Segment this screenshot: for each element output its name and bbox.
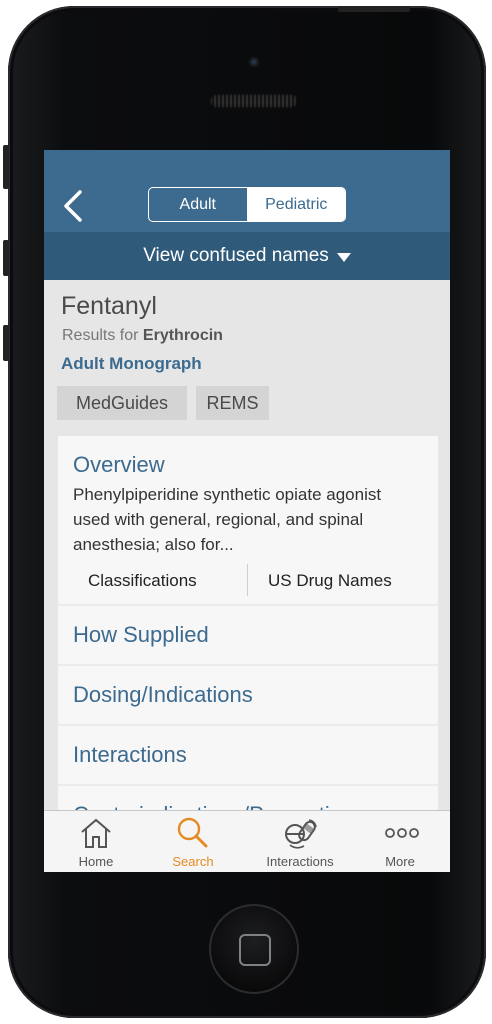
nav-bar: Adult Pediatric [44,150,450,232]
section-dosing-indications[interactable]: Dosing/Indications [58,664,438,726]
tab-label: More [385,854,415,869]
drug-title: Fentanyl [61,292,157,320]
section-label: Dosing/Indications [73,682,253,707]
segment-adult[interactable]: Adult [149,188,248,221]
rems-tag[interactable]: REMS [196,386,269,420]
tab-label: Home [78,854,114,869]
volume-down-button [3,325,9,361]
power-button [338,6,410,12]
medguides-tag[interactable]: MedGuides [57,386,187,420]
volume-up-button [3,240,9,276]
overview-summary: Phenylpiperidine synthetic opiate agonis… [73,485,382,554]
section-interactions[interactable]: Interactions [58,724,438,786]
section-label: Interactions [73,742,187,767]
home-icon [81,818,111,848]
results-for-text: Results for Erythrocin [62,327,223,345]
age-segmented-control: Adult Pediatric [148,187,346,222]
us-drug-names-link[interactable]: US Drug Names [268,571,392,591]
tab-label: Search [172,854,214,869]
front-camera [248,56,260,68]
tab-search[interactable]: Search [143,811,243,872]
home-button-icon [239,934,271,966]
caret-down-icon [336,252,351,262]
section-how-supplied[interactable]: How Supplied [58,604,438,666]
app-screen: Adult Pediatric View confused names Fent… [44,150,450,872]
monograph-card: Overview Phenylpiperidine synthetic opia… [58,436,438,872]
segment-pediatric[interactable]: Pediatric [247,188,345,221]
tab-bar: Home Search Interactions More [44,810,450,872]
back-chevron-icon [64,190,82,222]
mute-switch [3,145,9,189]
tab-label: Interactions [266,854,334,869]
view-confused-names-label: View confused names [143,245,329,266]
classifications-link[interactable]: Classifications [88,571,197,591]
overview-links: Classifications US Drug Names [58,564,438,600]
earpiece-speaker [210,94,298,108]
results-prefix: Results for [62,327,139,344]
tab-home[interactable]: Home [46,811,146,872]
tab-interactions[interactable]: Interactions [250,811,350,872]
results-term: Erythrocin [142,327,223,344]
tab-more[interactable]: More [350,811,450,872]
pills-interaction-icon [285,819,317,849]
home-button[interactable] [209,904,299,994]
view-confused-names-button[interactable]: View confused names [44,232,450,280]
adult-monograph-link[interactable]: Adult Monograph [61,354,202,374]
more-dots-icon [385,828,419,838]
back-button[interactable] [60,188,86,224]
overview-heading[interactable]: Overview [73,452,165,478]
link-divider [247,564,248,596]
search-icon [177,817,208,848]
section-label: How Supplied [73,622,209,647]
